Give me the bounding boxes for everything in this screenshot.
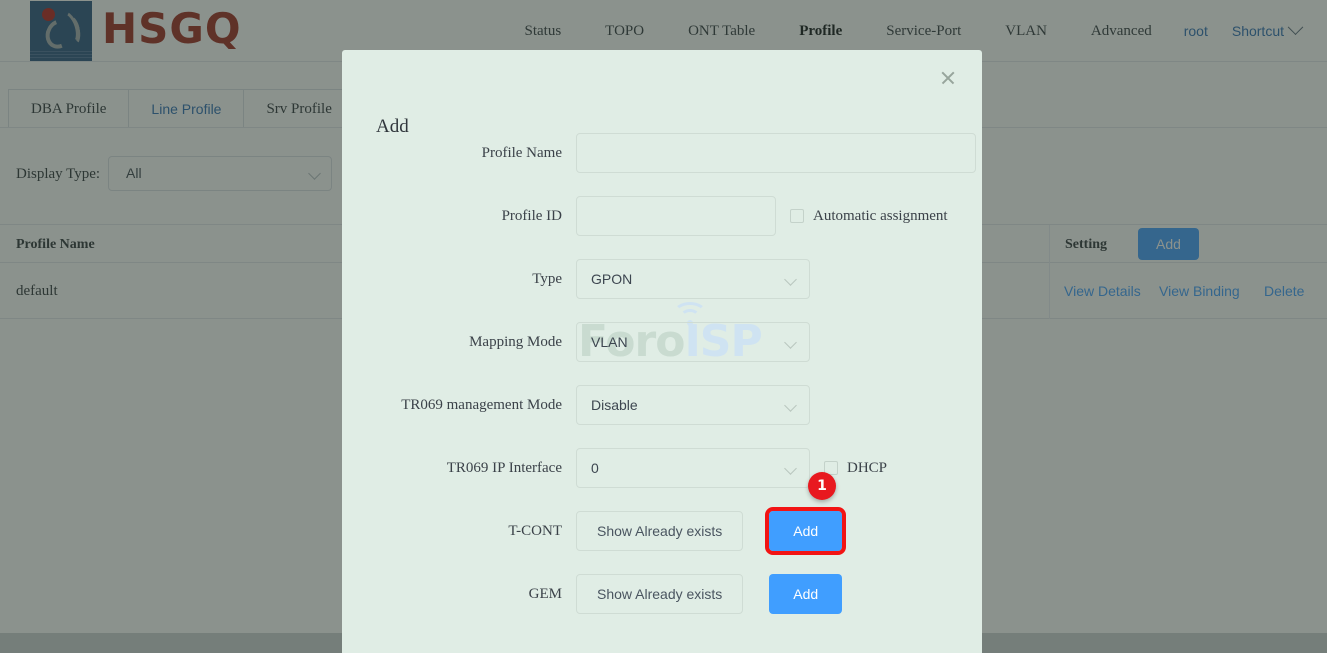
profile-name-input[interactable] xyxy=(576,133,976,173)
tr069-management-mode-label: TR069 management Mode xyxy=(401,397,562,413)
mapping-mode-value: VLAN xyxy=(591,334,628,350)
profile-id-control xyxy=(576,196,776,236)
profile-id-label: Profile ID xyxy=(501,208,562,224)
dhcp-label: DHCP xyxy=(847,459,888,476)
automatic-assignment-checkbox-row[interactable]: Automatic assignment xyxy=(790,196,948,236)
field-row-profile-name: Profile Name xyxy=(342,133,982,173)
field-row-tcont: T-CONT Show Already exists Add 1 xyxy=(342,472,982,555)
type-control: GPON xyxy=(576,259,810,299)
tr069-ip-interface-label: TR069 IP Interface xyxy=(446,460,562,476)
screenshot-root: HSGQ Status TOPO ONT Table Profile Servi… xyxy=(0,0,1327,653)
chevron-down-icon xyxy=(784,462,797,475)
tcont-label: T-CONT xyxy=(508,523,562,539)
type-select[interactable]: GPON xyxy=(576,259,810,299)
type-label: Type xyxy=(532,271,562,287)
tr069-ip-interface-control: 0 xyxy=(576,448,810,488)
gem-show-existing-button[interactable]: Show Already exists xyxy=(576,574,744,614)
profile-id-input[interactable] xyxy=(576,196,776,236)
field-row-mapping-mode: Mapping Mode VLAN xyxy=(342,322,982,362)
step-badge-1: 1 xyxy=(808,472,836,500)
field-row-tr069-ip-interface: TR069 IP Interface 0 DHCP xyxy=(342,448,982,488)
tr069-ip-interface-select[interactable]: 0 xyxy=(576,448,810,488)
mapping-mode-select[interactable]: VLAN xyxy=(576,322,810,362)
chevron-down-icon xyxy=(784,273,797,286)
chevron-down-icon xyxy=(784,399,797,412)
tr069-ip-interface-value: 0 xyxy=(591,460,599,476)
tr069-management-mode-select[interactable]: Disable xyxy=(576,385,810,425)
gem-control: Show Already exists Add xyxy=(576,574,843,614)
field-row-tr069-management-mode: TR069 management Mode Disable xyxy=(342,385,982,425)
chevron-down-icon xyxy=(784,336,797,349)
profile-name-label: Profile Name xyxy=(481,145,562,161)
tr069-management-mode-value: Disable xyxy=(591,397,638,413)
profile-name-control xyxy=(576,133,976,173)
gem-label: GEM xyxy=(528,586,562,602)
mapping-mode-label: Mapping Mode xyxy=(469,334,562,350)
tcont-add-button[interactable]: Add xyxy=(765,507,847,555)
tcont-show-existing-button[interactable]: Show Already exists xyxy=(576,511,744,551)
checkbox-icon[interactable] xyxy=(790,209,804,223)
tr069-management-mode-control: Disable xyxy=(576,385,810,425)
field-row-profile-id: Profile ID Automatic assignment xyxy=(342,196,982,236)
add-profile-dialog: Add ForoISP Profile Name Profile ID Auto… xyxy=(342,50,982,653)
field-row-type: Type GPON xyxy=(342,259,982,299)
field-row-gem: GEM Show Already exists Add xyxy=(342,574,982,614)
close-icon[interactable] xyxy=(936,66,960,90)
gem-add-button[interactable]: Add xyxy=(769,574,843,614)
automatic-assignment-label: Automatic assignment xyxy=(813,207,948,224)
tcont-control: Show Already exists Add xyxy=(576,507,847,555)
mapping-mode-control: VLAN xyxy=(576,322,810,362)
type-value: GPON xyxy=(591,271,633,287)
